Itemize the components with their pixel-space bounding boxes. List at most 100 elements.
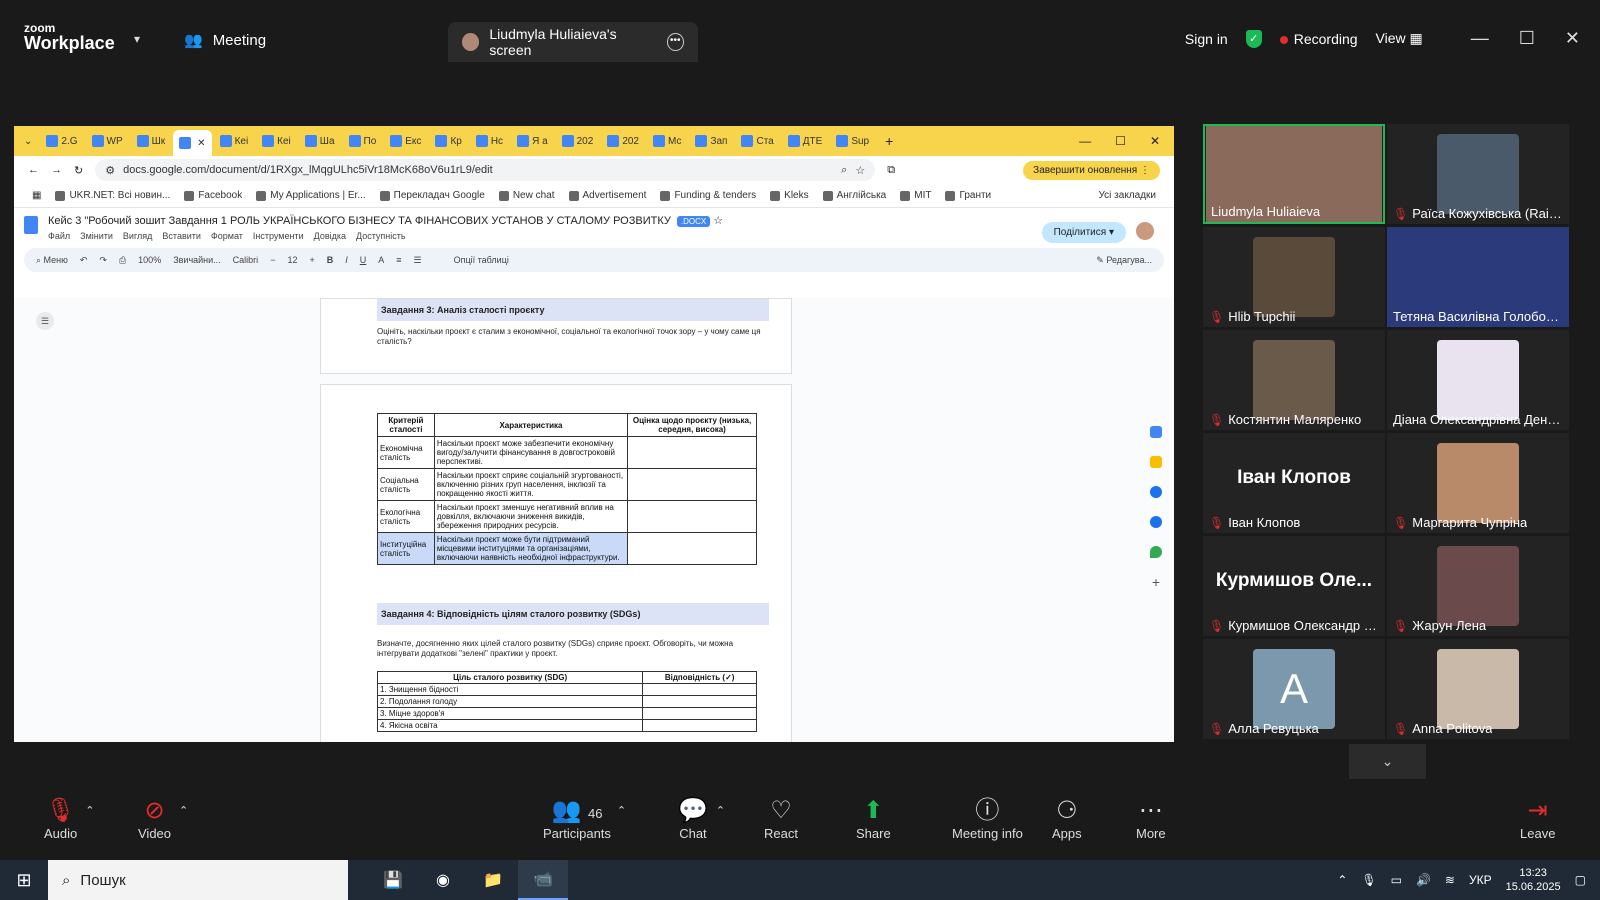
close-icon[interactable]: ✕ xyxy=(1150,134,1160,148)
doc-menu-item[interactable]: Інструменти xyxy=(253,231,304,241)
all-bookmarks[interactable]: Усі закладки xyxy=(1098,190,1156,201)
table-cell[interactable]: 3. Міцне здоров'я xyxy=(376,707,644,720)
site-info-icon[interactable]: ⚙ xyxy=(105,164,115,177)
share-button[interactable]: Поділитися ▾ xyxy=(1041,222,1126,243)
zoom-app-icon[interactable]: 📹 xyxy=(518,860,568,900)
clock[interactable]: 13:23 15.06.2025 xyxy=(1506,866,1561,895)
chevron-down-icon[interactable]: ▾ xyxy=(134,32,140,46)
table-cell[interactable] xyxy=(627,468,757,501)
table-row[interactable]: Екологічна сталість Наскільки проєкт змен… xyxy=(377,500,757,533)
recording-indicator[interactable]: Recording xyxy=(1279,31,1358,47)
browser-tab[interactable]: Зап xyxy=(689,130,733,152)
font-size-input[interactable]: 12 xyxy=(287,255,297,265)
participant-tile[interactable]: 🎙 Жарун Лена xyxy=(1387,536,1569,636)
participant-tile[interactable]: 🎙 Костянтин Маляренко xyxy=(1203,330,1385,430)
meeting-info-button[interactable]: ⓘ Meeting info xyxy=(952,796,1023,841)
doc-menu-item[interactable]: Доступність xyxy=(356,231,406,241)
bookmark-item[interactable]: Kleks xyxy=(770,190,809,201)
close-icon[interactable]: ✕ xyxy=(197,138,205,149)
chevron-up-icon[interactable]: ⌃ xyxy=(617,804,626,817)
participant-tile[interactable]: Liudmyla Huliaieva xyxy=(1203,124,1385,224)
wifi-icon[interactable]: ≋ xyxy=(1445,873,1455,887)
participants-button[interactable]: 👥 46 Participants ⌃ xyxy=(543,796,626,841)
browser-tab[interactable]: ДТЕ xyxy=(782,130,829,152)
participant-tile[interactable]: A 🎙 Алла Ревуцька xyxy=(1203,639,1385,739)
doc-menu-item[interactable]: Вигляд xyxy=(123,231,153,241)
browser-tab[interactable]: 202 xyxy=(601,130,645,152)
close-icon[interactable]: ✕ xyxy=(1565,28,1580,49)
browser-tab[interactable]: Екс xyxy=(384,130,427,152)
minimize-icon[interactable]: — xyxy=(1471,28,1489,49)
address-bar[interactable]: ⚙ docs.google.com/document/d/1RXgx_lMqgU… xyxy=(95,159,876,181)
table-cell[interactable] xyxy=(642,695,757,708)
table-row[interactable]: 3. Міцне здоров'я xyxy=(376,707,757,720)
style-select[interactable]: Звичайни... xyxy=(173,255,220,265)
browser-tab[interactable]: 202 xyxy=(556,130,600,152)
table-cell[interactable]: Екологічна сталість xyxy=(377,500,435,533)
chevron-up-icon[interactable]: ⌃ xyxy=(716,804,725,817)
bookmark-item[interactable]: Перекладач Google xyxy=(379,190,485,201)
taskbar-search[interactable]: ⌕ Пошук xyxy=(48,860,348,900)
table-cell[interactable] xyxy=(627,500,757,533)
more-button[interactable]: ⋯ More xyxy=(1136,796,1166,841)
table-row[interactable]: Інституційна сталість Наскільки проєкт мо… xyxy=(377,532,757,565)
list-icon[interactable]: ☰ xyxy=(414,255,422,266)
doc-canvas[interactable]: ☰ Завдання 3: Аналіз сталості проєкту Оц… xyxy=(14,298,1174,742)
doc-menu-item[interactable]: Довідка xyxy=(314,231,346,241)
table-cell[interactable]: 4. Якісна освіта xyxy=(376,719,644,732)
browser-tab[interactable]: Шк xyxy=(131,130,172,152)
undo-icon[interactable]: ↶ xyxy=(80,255,88,266)
apps-grid-icon[interactable]: ▦ xyxy=(32,190,41,201)
avatar[interactable] xyxy=(1134,220,1156,242)
table-cell[interactable]: 1. Знищення бідності xyxy=(376,683,644,696)
docs-icon[interactable] xyxy=(24,216,38,234)
new-tab-button[interactable]: + xyxy=(877,133,901,149)
chat-button[interactable]: 💬 Chat ⌃ xyxy=(678,796,725,841)
browser-tab[interactable]: 2.G xyxy=(40,130,83,152)
browser-tab[interactable]: Кеі xyxy=(256,130,297,152)
bold-icon[interactable]: B xyxy=(327,255,334,265)
table-cell[interactable]: 2. Подолання голоду xyxy=(376,695,644,708)
browser-tab[interactable]: Нс xyxy=(470,130,509,152)
sign-in-button[interactable]: Sign in xyxy=(1185,31,1228,47)
audio-button[interactable]: 🎙 Audio ⌃ xyxy=(44,796,94,841)
browser-tab[interactable]: По xyxy=(343,130,383,152)
participant-tile[interactable]: 🎙 Маргарита Чупріна xyxy=(1387,433,1569,533)
browser-tab[interactable]: Кеі xyxy=(214,130,255,152)
print-icon[interactable]: ⎙ xyxy=(119,255,126,266)
edit-mode-select[interactable]: ✎ Редагува... xyxy=(1096,255,1152,266)
leave-button[interactable]: ⇥ Leave xyxy=(1520,796,1555,841)
more-icon[interactable]: ••• xyxy=(666,33,685,51)
table-row[interactable]: 4. Якісна освіта xyxy=(376,719,757,732)
keep-icon[interactable] xyxy=(1150,456,1162,468)
doc-menu-item[interactable]: Файл xyxy=(48,231,70,241)
align-icon[interactable]: ≡ xyxy=(396,255,401,265)
chevron-down-icon[interactable]: ⌄ xyxy=(1349,744,1426,779)
calendar-icon[interactable] xyxy=(1150,426,1162,438)
chevron-up-icon[interactable]: ⌃ xyxy=(85,804,94,817)
reload-icon[interactable]: ↻ xyxy=(74,164,83,177)
zoom-select[interactable]: 100% xyxy=(138,255,161,265)
bookmark-item[interactable]: MIT xyxy=(900,190,931,201)
increase-size-icon[interactable]: + xyxy=(309,255,314,265)
star-icon[interactable]: ☆ xyxy=(855,164,865,177)
bookmark-item[interactable]: Funding & tenders xyxy=(660,190,756,201)
add-icon[interactable]: + xyxy=(1150,575,1162,589)
bookmark-item[interactable]: Advertisement xyxy=(568,190,646,201)
participant-tile[interactable]: 🎙 Anna Politova xyxy=(1387,639,1569,739)
zoom-lens-icon[interactable]: ⌕ xyxy=(841,164,847,177)
browser-tab[interactable]: ✕ xyxy=(173,130,212,156)
star-icon[interactable]: ☆ xyxy=(713,215,723,227)
participant-tile[interactable]: 🎙 Раїса Кожухівська (Raisa ... xyxy=(1387,124,1569,224)
save-app-icon[interactable]: 💾 xyxy=(368,860,418,900)
contacts-icon[interactable] xyxy=(1150,516,1162,528)
table-cell[interactable]: Інституційна сталість xyxy=(377,532,435,565)
table-cell[interactable]: Наскільки проєкт може бути підтриманий м… xyxy=(433,532,629,565)
maps-icon[interactable] xyxy=(1150,546,1162,558)
apps-button[interactable]: ⚆ Apps xyxy=(1052,796,1082,841)
tab-list-button[interactable]: ⌄ xyxy=(18,130,38,152)
table-cell[interactable] xyxy=(642,707,757,720)
table-cell[interactable] xyxy=(642,683,757,696)
participant-tile[interactable]: Курмишов Оле... 🎙 Курмишов Олександр У... xyxy=(1203,536,1385,636)
text-color-icon[interactable]: A xyxy=(378,255,384,265)
